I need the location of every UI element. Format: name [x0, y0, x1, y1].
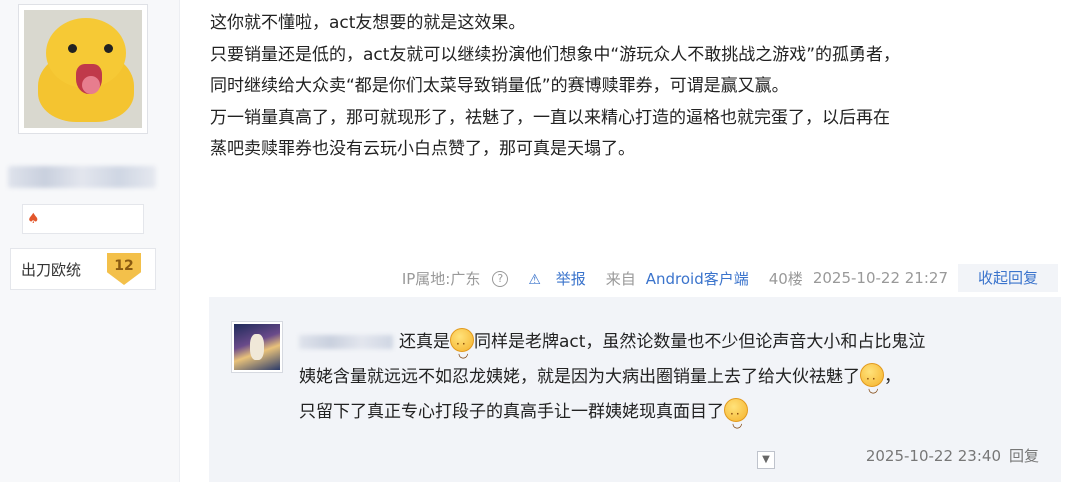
- grin-emoji-icon: [724, 397, 748, 441]
- user-badge-box: ♠: [22, 204, 144, 234]
- report-link[interactable]: ⚠ 举报: [528, 268, 595, 289]
- reply-line: 姨姥含量就远远不如忍龙姨姥，就是因为大病出圈销量上去了给大伙祛魅了，: [299, 360, 1059, 406]
- warning-icon: ⚠: [528, 271, 541, 288]
- post-line: 只要销量还是低的，act友就可以继续扮演他们想象中“游玩众人不敢挑战之游戏”的孤…: [210, 44, 901, 65]
- client-link[interactable]: Android客户端: [646, 270, 749, 288]
- smile-emoji-icon: [860, 362, 884, 406]
- post-content: 这你就不懂啦，act友想要的就是这效果。 只要销量还是低的，act友就可以继续扮…: [210, 8, 1060, 166]
- reply-content: 还真是 同样是老牌act，虽然论数量也不少但论声音大小和占比鬼泣 姨姥含量就远远不…: [299, 325, 1059, 441]
- reply-line: 还真是 同样是老牌act，虽然论数量也不少但论声音大小和占比鬼泣: [299, 325, 1059, 371]
- post-footer: IP属地:广东? ⚠ 举报 来自 Android客户端 40楼 2025-10-2…: [402, 264, 1080, 292]
- collapse-replies-button[interactable]: 收起回复: [957, 264, 1058, 292]
- help-icon[interactable]: ?: [492, 271, 509, 287]
- expand-dropdown-icon[interactable]: ▼: [757, 451, 775, 469]
- post-line: 万一销量真高了，那可就现形了，祛魅了，一直以来精心打造的逼格也就完蛋了，以后再在: [210, 107, 890, 128]
- post-time: 2025-10-22 21:27: [812, 269, 948, 287]
- reply-line: 只留下了真正专心打段子的真高手让一群姨姥现真面目了: [299, 395, 1059, 441]
- ip-location: IP属地:广东?: [402, 268, 519, 289]
- floor-number: 40楼: [768, 269, 803, 288]
- post-line: 同时继续给大众卖“都是你们太菜导致销量低”的赛博赎罪券，可谓是赢又赢。: [210, 76, 789, 96]
- reply-avatar[interactable]: [231, 321, 283, 373]
- lungs-icon: ♠: [27, 211, 40, 227]
- reply-section: 还真是 同样是老牌act，虽然论数量也不少但论声音大小和占比鬼泣 姨姥含量就远远不…: [209, 297, 1061, 482]
- post-line: 这你就不懂啦，act友想要的就是这效果。: [210, 13, 526, 33]
- anime-avatar-icon: [234, 324, 280, 370]
- reply-time: 2025-10-22 23:40: [865, 446, 1001, 465]
- user-avatar[interactable]: [18, 4, 148, 134]
- user-title-box: 出刀欧统 12: [10, 248, 156, 290]
- level-badge: 12: [107, 253, 141, 285]
- reply-username-blurred[interactable]: [299, 335, 393, 349]
- grin-emoji-icon: [450, 327, 474, 371]
- post-line: 蒸吧卖赎罪券也没有云玩小白点赞了，那可真是天塌了。: [210, 139, 635, 159]
- reply-button[interactable]: 回复: [1009, 445, 1039, 466]
- user-title-label: 出刀欧统: [21, 261, 82, 279]
- username-blurred[interactable]: [8, 166, 156, 188]
- user-sidebar: ♠ 出刀欧统 12: [0, 0, 180, 482]
- yellow-duck-avatar-icon: [24, 10, 142, 128]
- client-source: 来自 Android客户端: [605, 269, 749, 288]
- reply-footer: 2025-10-22 23:40 回复: [858, 445, 1039, 466]
